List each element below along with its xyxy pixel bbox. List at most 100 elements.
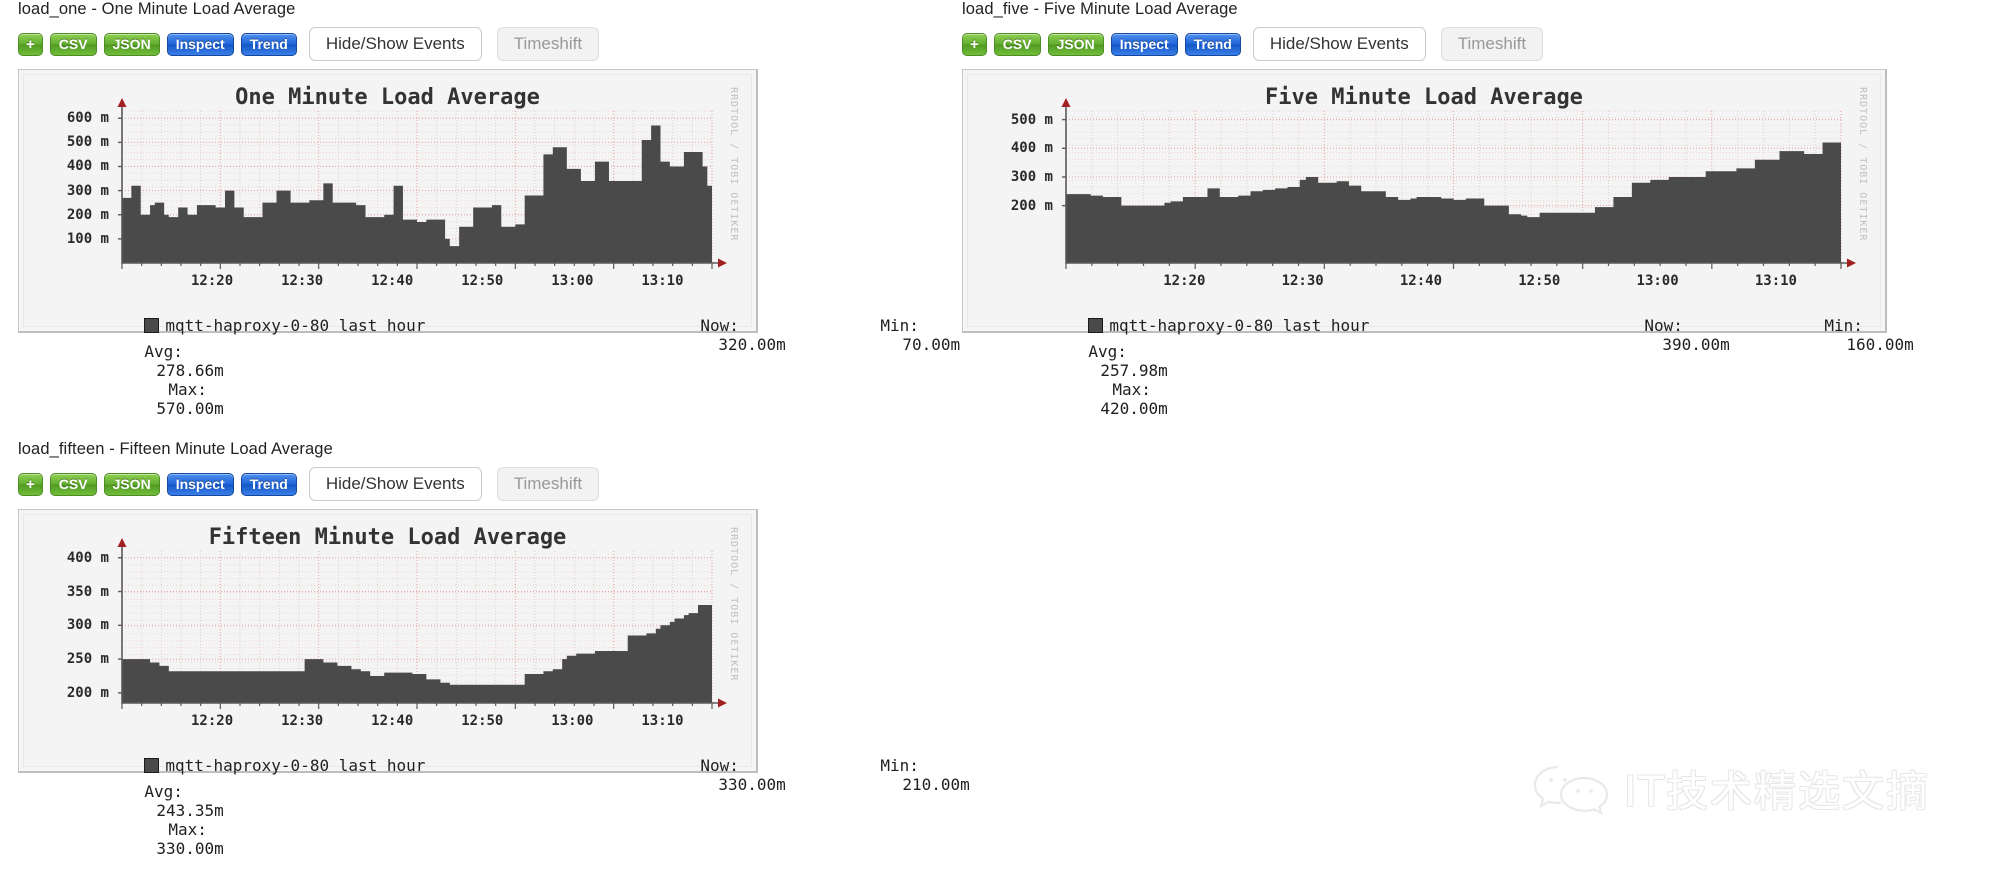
legend-now-value: 330.00m <box>718 775 786 794</box>
hide-show-events-button[interactable]: Hide/Show Events <box>1252 27 1426 61</box>
graph-frame[interactable]: Five Minute Load Average RRDTOOL / TOBI … <box>962 69 1914 418</box>
csv-button[interactable]: CSV <box>993 32 1041 56</box>
graph-inner: Five Minute Load Average RRDTOOL / TOBI … <box>967 74 1914 418</box>
legend-min-value: 210.00m <box>902 775 970 794</box>
legend-min: Min: 210.00m <box>784 737 970 813</box>
add-button[interactable]: + <box>962 32 987 56</box>
graph-inner: One Minute Load Average RRDTOOL / TOBI O… <box>23 74 960 418</box>
legend-avg-label: Avg: <box>144 342 183 361</box>
graph-inner: Fifteen Minute Load Average RRDTOOL / TO… <box>23 514 970 858</box>
y-tick-label: 500 m <box>66 134 109 151</box>
x-tick-label: 13:10 <box>641 713 684 729</box>
legend-avg-value: 278.66m <box>156 361 224 380</box>
y-tick-label: 300 m <box>66 182 109 199</box>
legend-max-label: Max: <box>168 820 207 839</box>
graph-frame[interactable]: One Minute Load Average RRDTOOL / TOBI O… <box>18 69 960 418</box>
legend-avg: Avg: 257.98m Max: 420.00m <box>992 323 1168 437</box>
add-button[interactable]: + <box>18 32 43 56</box>
x-tick-label: 12:30 <box>1281 273 1324 289</box>
legend-now: Now: 330.00m <box>604 737 786 813</box>
y-tick-label: 400 m <box>66 158 109 175</box>
x-tick-label: 13:10 <box>1754 273 1797 289</box>
y-tick-label: 400 m <box>1010 140 1053 157</box>
y-tick-label: 300 m <box>1010 168 1053 185</box>
x-tick-label: 13:10 <box>641 273 684 289</box>
legend-max-value: 330.00m <box>156 839 224 858</box>
graph-frame[interactable]: Fifteen Minute Load Average RRDTOOL / TO… <box>18 509 970 858</box>
legend-now: Now: 390.00m <box>1548 297 1730 373</box>
legend-min-value: 70.00m <box>902 335 961 354</box>
json-button[interactable]: JSON <box>103 32 160 56</box>
panel-title: load_fifteen - Fifteen Minute Load Avera… <box>18 440 333 458</box>
x-tick-label: 13:00 <box>551 713 594 729</box>
y-tick-label: 250 m <box>66 651 109 668</box>
legend-now: Now: 320.00m <box>604 297 786 373</box>
x-tick-label: 12:40 <box>1399 273 1443 289</box>
legend-avg-label: Avg: <box>1088 342 1127 361</box>
legend-avg: Avg: 278.66m Max: 570.00m <box>48 323 224 437</box>
panel-toolbar: + CSV JSON Inspect Trend Hide/Show Event… <box>18 467 758 501</box>
legend-min: Min: 70.00m <box>784 297 960 373</box>
legend-now-value: 390.00m <box>1662 335 1730 354</box>
csv-button[interactable]: CSV <box>49 472 97 496</box>
legend-now-label: Now: <box>700 316 739 335</box>
trend-button[interactable]: Trend <box>1184 32 1241 56</box>
json-button[interactable]: JSON <box>103 472 160 496</box>
panel-title: load_five - Five Minute Load Average <box>962 0 1238 18</box>
panel-load-five: load_five - Five Minute Load Average + C… <box>962 0 1914 418</box>
plot-svg <box>117 538 727 709</box>
y-tick-label: 200 m <box>1010 197 1053 214</box>
x-tick-label: 12:50 <box>461 713 504 729</box>
panel-toolbar: + CSV JSON Inspect Trend Hide/Show Event… <box>18 27 758 61</box>
csv-button[interactable]: CSV <box>49 32 97 56</box>
inspect-button[interactable]: Inspect <box>166 472 234 496</box>
json-button[interactable]: JSON <box>1047 32 1104 56</box>
series-area <box>1066 142 1841 263</box>
x-tick-label: 12:40 <box>371 273 414 289</box>
inspect-button[interactable]: Inspect <box>166 32 234 56</box>
inspect-button[interactable]: Inspect <box>1110 32 1178 56</box>
x-tick-label: 12:20 <box>1163 273 1206 289</box>
legend-avg-label: Avg: <box>144 782 183 801</box>
legend-max-value: 420.00m <box>1100 399 1168 418</box>
legend-min: Min: 160.00m <box>1728 297 1914 373</box>
legend-min-label: Min: <box>880 316 919 335</box>
timeshift-button[interactable]: Timeshift <box>496 467 600 501</box>
plot-svg <box>117 98 727 269</box>
add-button[interactable]: + <box>18 472 43 496</box>
y-tick-label: 100 m <box>66 230 109 247</box>
panel-title: load_one - One Minute Load Average <box>18 0 296 18</box>
y-tick-label: 350 m <box>66 583 109 600</box>
plot-area-2: 200 m 300 m 400 m 500 m 12:20 12:30 12:40 12:50… <box>968 75 1880 326</box>
panel-load-one: load_one - One Minute Load Average + CSV… <box>18 0 960 418</box>
y-tick-label: 500 m <box>1010 111 1053 128</box>
panel-toolbar: + CSV JSON Inspect Trend Hide/Show Event… <box>962 27 1902 61</box>
panel-load-fifteen: load_fifteen - Fifteen Minute Load Avera… <box>18 440 970 858</box>
timeshift-button[interactable]: Timeshift <box>496 27 600 61</box>
legend-now-value: 320.00m <box>718 335 786 354</box>
x-tick-label: 12:40 <box>371 713 414 729</box>
y-tick-label: 200 m <box>66 684 109 701</box>
x-tick-label: 13:00 <box>1636 273 1679 289</box>
legend-avg: Avg: 243.35m Max: 330.00m <box>48 763 224 871</box>
timeshift-button[interactable]: Timeshift <box>1440 27 1544 61</box>
legend-min-value: 160.00m <box>1846 335 1914 354</box>
y-tick-label: 200 m <box>66 206 109 223</box>
y-tick-label: 600 m <box>66 110 109 127</box>
x-tick-label: 12:50 <box>461 273 504 289</box>
x-tick-label: 12:30 <box>281 273 324 289</box>
plot-area-1: 100 m 200 m 300 m 400 m 500 m 600 m 12:20 12:30… <box>24 75 751 326</box>
legend-now-label: Now: <box>1644 316 1683 335</box>
hide-show-events-button[interactable]: Hide/Show Events <box>308 467 482 501</box>
trend-button[interactable]: Trend <box>240 32 297 56</box>
y-tick-label: 300 m <box>66 617 109 634</box>
legend-max-label: Max: <box>1112 380 1151 399</box>
hide-show-events-button[interactable]: Hide/Show Events <box>308 27 482 61</box>
plot-area-3: 200 m 250 m 300 m 350 m 400 m 12:20 12:30 12:40… <box>24 515 751 766</box>
legend-min-label: Min: <box>1824 316 1863 335</box>
watermark-text: IT技术精选文摘 <box>1623 767 1930 816</box>
trend-button[interactable]: Trend <box>240 472 297 496</box>
page-root: load_one - One Minute Load Average + CSV… <box>0 0 2000 871</box>
y-tick-label: 400 m <box>66 549 109 566</box>
legend-min-label: Min: <box>880 756 919 775</box>
